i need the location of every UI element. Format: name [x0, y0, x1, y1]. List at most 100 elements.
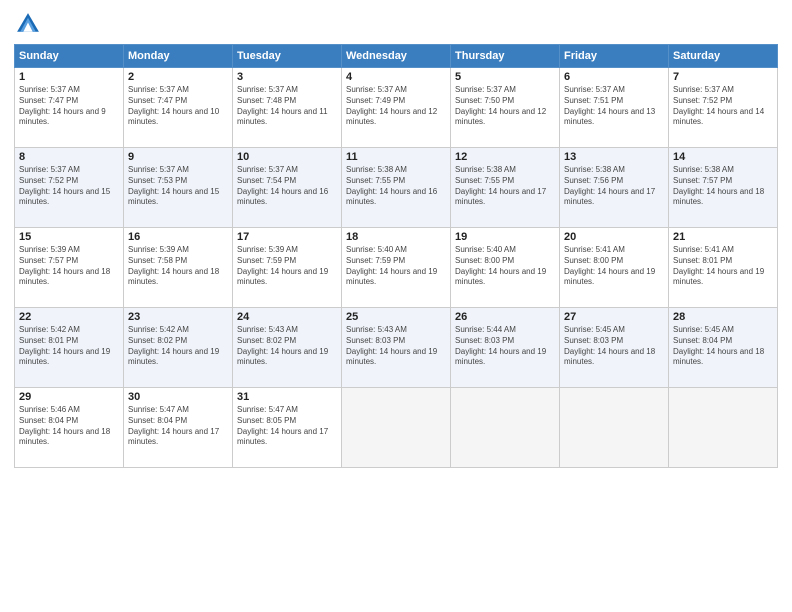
day-number: 9: [128, 151, 228, 163]
day-number: 3: [237, 71, 337, 83]
day-number: 7: [673, 71, 773, 83]
day-cell: 11Sunrise: 5:38 AMSunset: 7:55 PMDayligh…: [342, 148, 451, 228]
week-row-1: 1 Sunrise: 5:37 AMSunset: 7:47 PMDaylight…: [15, 68, 778, 148]
week-row-3: 15 Sunrise: 5:39 AMSunset: 7:57 PMDayligh…: [15, 228, 778, 308]
day-cell: 17 Sunrise: 5:39 AMSunset: 7:59 PMDayligh…: [233, 228, 342, 308]
day-number: 29: [19, 391, 119, 403]
day-number: 4: [346, 71, 446, 83]
day-cell: 6Sunrise: 5:37 AMSunset: 7:51 PMDaylight…: [560, 68, 669, 148]
day-info: Sunrise: 5:37 AMSunset: 7:48 PMDaylight:…: [237, 85, 337, 128]
day-number: 2: [128, 71, 228, 83]
day-cell: 8 Sunrise: 5:37 AMSunset: 7:52 PMDaylight…: [15, 148, 124, 228]
day-info: Sunrise: 5:37 AMSunset: 7:52 PMDaylight:…: [19, 165, 119, 208]
day-info: Sunrise: 5:47 AMSunset: 8:05 PMDaylight:…: [237, 405, 337, 448]
day-info: Sunrise: 5:39 AMSunset: 7:58 PMDaylight:…: [128, 245, 228, 288]
day-cell: [669, 388, 778, 468]
day-info: Sunrise: 5:37 AMSunset: 7:52 PMDaylight:…: [673, 85, 773, 128]
day-cell: 2Sunrise: 5:37 AMSunset: 7:47 PMDaylight…: [124, 68, 233, 148]
day-cell: 26 Sunrise: 5:44 AMSunset: 8:03 PMDayligh…: [451, 308, 560, 388]
day-cell: 31 Sunrise: 5:47 AMSunset: 8:05 PMDayligh…: [233, 388, 342, 468]
day-number: 19: [455, 231, 555, 243]
logo: [14, 10, 46, 38]
day-number: 17: [237, 231, 337, 243]
day-number: 26: [455, 311, 555, 323]
day-cell: 9 Sunrise: 5:37 AMSunset: 7:53 PMDaylight…: [124, 148, 233, 228]
day-number: 14: [673, 151, 773, 163]
day-cell: 29Sunrise: 5:46 AMSunset: 8:04 PMDayligh…: [15, 388, 124, 468]
day-info: Sunrise: 5:42 AMSunset: 8:02 PMDaylight:…: [128, 325, 228, 368]
header-cell-wednesday: Wednesday: [342, 45, 451, 68]
day-cell: 30Sunrise: 5:47 AMSunset: 8:04 PMDayligh…: [124, 388, 233, 468]
day-info: Sunrise: 5:38 AMSunset: 7:57 PMDaylight:…: [673, 165, 773, 208]
day-number: 13: [564, 151, 664, 163]
day-cell: [451, 388, 560, 468]
day-cell: 18 Sunrise: 5:40 AMSunset: 7:59 PMDayligh…: [342, 228, 451, 308]
calendar-table: SundayMondayTuesdayWednesdayThursdayFrid…: [14, 44, 778, 468]
day-number: 5: [455, 71, 555, 83]
day-number: 18: [346, 231, 446, 243]
day-number: 22: [19, 311, 119, 323]
day-number: 30: [128, 391, 228, 403]
day-cell: 28Sunrise: 5:45 AMSunset: 8:04 PMDayligh…: [669, 308, 778, 388]
day-number: 20: [564, 231, 664, 243]
day-number: 31: [237, 391, 337, 403]
day-number: 24: [237, 311, 337, 323]
day-cell: [342, 388, 451, 468]
day-cell: 1 Sunrise: 5:37 AMSunset: 7:47 PMDaylight…: [15, 68, 124, 148]
day-cell: 25 Sunrise: 5:43 AMSunset: 8:03 PMDayligh…: [342, 308, 451, 388]
week-row-2: 8 Sunrise: 5:37 AMSunset: 7:52 PMDaylight…: [15, 148, 778, 228]
day-info: Sunrise: 5:41 AMSunset: 8:01 PMDaylight:…: [673, 245, 773, 288]
day-info: Sunrise: 5:39 AMSunset: 7:59 PMDaylight:…: [237, 245, 337, 288]
day-cell: 13 Sunrise: 5:38 AMSunset: 7:56 PMDayligh…: [560, 148, 669, 228]
header-cell-saturday: Saturday: [669, 45, 778, 68]
day-number: 8: [19, 151, 119, 163]
header-cell-thursday: Thursday: [451, 45, 560, 68]
day-number: 6: [564, 71, 664, 83]
day-number: 28: [673, 311, 773, 323]
day-cell: 16 Sunrise: 5:39 AMSunset: 7:58 PMDayligh…: [124, 228, 233, 308]
day-info: Sunrise: 5:38 AMSunset: 7:56 PMDaylight:…: [564, 165, 664, 208]
day-number: 12: [455, 151, 555, 163]
header-cell-monday: Monday: [124, 45, 233, 68]
day-info: Sunrise: 5:43 AMSunset: 8:03 PMDaylight:…: [346, 325, 446, 368]
day-cell: 24 Sunrise: 5:43 AMSunset: 8:02 PMDayligh…: [233, 308, 342, 388]
day-info: Sunrise: 5:37 AMSunset: 7:49 PMDaylight:…: [346, 85, 446, 128]
day-info: Sunrise: 5:37 AMSunset: 7:54 PMDaylight:…: [237, 165, 337, 208]
day-cell: 12 Sunrise: 5:38 AMSunset: 7:55 PMDayligh…: [451, 148, 560, 228]
day-number: 25: [346, 311, 446, 323]
day-number: 1: [19, 71, 119, 83]
day-info: Sunrise: 5:37 AMSunset: 7:53 PMDaylight:…: [128, 165, 228, 208]
day-info: Sunrise: 5:37 AMSunset: 7:47 PMDaylight:…: [19, 85, 119, 128]
day-cell: 4 Sunrise: 5:37 AMSunset: 7:49 PMDaylight…: [342, 68, 451, 148]
day-cell: 23 Sunrise: 5:42 AMSunset: 8:02 PMDayligh…: [124, 308, 233, 388]
day-cell: 15 Sunrise: 5:39 AMSunset: 7:57 PMDayligh…: [15, 228, 124, 308]
day-cell: [560, 388, 669, 468]
day-cell: 22Sunrise: 5:42 AMSunset: 8:01 PMDayligh…: [15, 308, 124, 388]
day-cell: 20Sunrise: 5:41 AMSunset: 8:00 PMDayligh…: [560, 228, 669, 308]
day-number: 11: [346, 151, 446, 163]
week-row-5: 29Sunrise: 5:46 AMSunset: 8:04 PMDayligh…: [15, 388, 778, 468]
day-cell: 14 Sunrise: 5:38 AMSunset: 7:57 PMDayligh…: [669, 148, 778, 228]
day-info: Sunrise: 5:38 AMSunset: 7:55 PMDaylight:…: [455, 165, 555, 208]
day-number: 21: [673, 231, 773, 243]
day-info: Sunrise: 5:43 AMSunset: 8:02 PMDaylight:…: [237, 325, 337, 368]
day-info: Sunrise: 5:40 AMSunset: 8:00 PMDaylight:…: [455, 245, 555, 288]
header-row: SundayMondayTuesdayWednesdayThursdayFrid…: [15, 45, 778, 68]
day-number: 15: [19, 231, 119, 243]
day-cell: 3 Sunrise: 5:37 AMSunset: 7:48 PMDaylight…: [233, 68, 342, 148]
day-info: Sunrise: 5:44 AMSunset: 8:03 PMDaylight:…: [455, 325, 555, 368]
header-cell-sunday: Sunday: [15, 45, 124, 68]
day-cell: 21 Sunrise: 5:41 AMSunset: 8:01 PMDayligh…: [669, 228, 778, 308]
day-number: 27: [564, 311, 664, 323]
day-number: 16: [128, 231, 228, 243]
day-info: Sunrise: 5:37 AMSunset: 7:50 PMDaylight:…: [455, 85, 555, 128]
week-row-4: 22Sunrise: 5:42 AMSunset: 8:01 PMDayligh…: [15, 308, 778, 388]
day-info: Sunrise: 5:40 AMSunset: 7:59 PMDaylight:…: [346, 245, 446, 288]
header: [14, 10, 778, 38]
day-number: 10: [237, 151, 337, 163]
logo-icon: [14, 10, 42, 38]
day-cell: 27Sunrise: 5:45 AMSunset: 8:03 PMDayligh…: [560, 308, 669, 388]
day-cell: 19 Sunrise: 5:40 AMSunset: 8:00 PMDayligh…: [451, 228, 560, 308]
day-info: Sunrise: 5:39 AMSunset: 7:57 PMDaylight:…: [19, 245, 119, 288]
day-number: 23: [128, 311, 228, 323]
